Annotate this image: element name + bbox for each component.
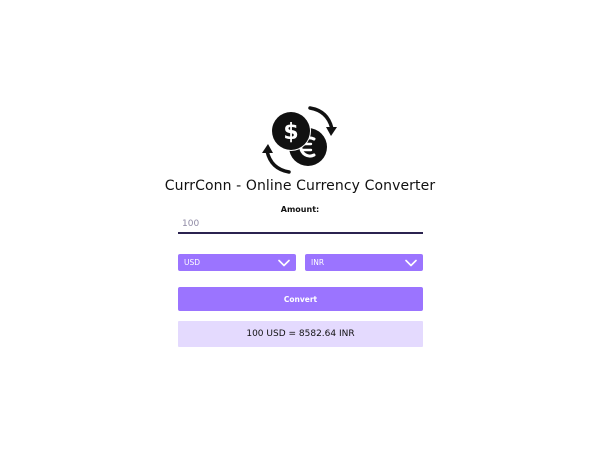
chevron-down-icon [278,259,290,266]
page-title: CurrConn - Online Currency Converter [164,178,436,194]
from-currency-select[interactable]: USD [178,254,296,271]
chevron-down-icon [405,259,417,266]
conversion-result-text: 100 USD = 8582.64 INR [246,329,355,339]
amount-input[interactable] [178,216,423,234]
to-currency-select[interactable]: INR [305,254,423,271]
svg-text:$: $ [283,120,298,145]
amount-label: Amount: [280,205,320,214]
convert-button[interactable]: Convert [178,287,423,311]
from-currency-value: USD [184,258,201,267]
conversion-result: 100 USD = 8582.64 INR [178,321,423,347]
currency-exchange-coins-icon: $ [262,106,337,174]
to-currency-value: INR [311,258,325,267]
converter-page: $ CurrConn - Online Currency Converter A… [0,0,600,451]
